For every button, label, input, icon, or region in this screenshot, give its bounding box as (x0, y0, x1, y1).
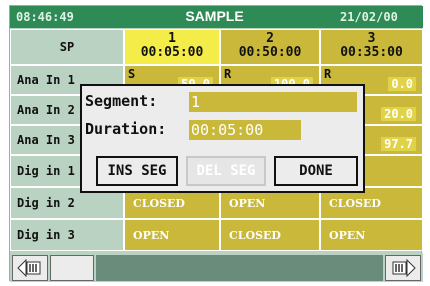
segment-number: 2 (266, 31, 274, 46)
delete-segment-button[interactable]: DEL SEG (186, 156, 266, 186)
segment-header-1[interactable]: 1 00:05:00 (124, 29, 220, 65)
prev-page-button[interactable] (12, 255, 48, 281)
segment-field[interactable]: 1 (189, 92, 357, 112)
sp-label: SP (10, 29, 124, 65)
dig-in-3-seg-3[interactable]: OPEN (320, 219, 423, 251)
segment-time: 00:50:00 (238, 45, 302, 60)
footer-status-area (96, 255, 383, 281)
done-button[interactable]: DONE (274, 156, 358, 186)
setpoint-value: 20.0 (381, 107, 416, 121)
segment-number: 1 (168, 31, 176, 46)
segment-number: 3 (367, 31, 376, 46)
sp-label-text: SP (59, 40, 75, 54)
ramp-mode: R (224, 67, 232, 81)
clock-time: 08:46:49 (10, 6, 105, 28)
ramp-mode: S (128, 67, 136, 81)
segment-header-2[interactable]: 2 00:50:00 (220, 29, 320, 65)
segment-dialog: Segment: 1 Duration: 00:05:00 INS SEG DE… (80, 84, 365, 193)
next-page-button[interactable] (385, 255, 421, 281)
screen-title: SAMPLE (105, 6, 324, 28)
insert-segment-button[interactable]: INS SEG (96, 156, 178, 186)
segment-label: Segment: (85, 92, 158, 110)
arrow-left-icon (17, 259, 41, 277)
blank-soft-button[interactable] (50, 255, 94, 281)
dig-in-3-seg-1[interactable]: OPEN (124, 219, 220, 251)
row-label-dig-in-3: Dig in 3 (10, 219, 124, 251)
setpoint-value: 0.0 (388, 77, 416, 91)
arrow-right-icon (392, 259, 416, 277)
segment-time: 00:35:00 (340, 45, 403, 60)
date-display: 21/02/00 (324, 6, 423, 28)
ramp-mode: R (324, 67, 332, 81)
footer-bar (10, 253, 423, 282)
segment-header-3[interactable]: 3 00:35:00 (320, 29, 423, 65)
duration-label: Duration: (85, 120, 167, 138)
segment-time: 00:05:00 (140, 45, 204, 60)
recorder-screen: 08:46:49 SAMPLE 21/02/00 SP 1 00:05:00 2… (9, 5, 423, 282)
dig-in-3-seg-2[interactable]: CLOSED (220, 219, 320, 251)
duration-field[interactable]: 00:05:00 (189, 120, 301, 140)
setpoint-value: 97.7 (381, 137, 416, 151)
